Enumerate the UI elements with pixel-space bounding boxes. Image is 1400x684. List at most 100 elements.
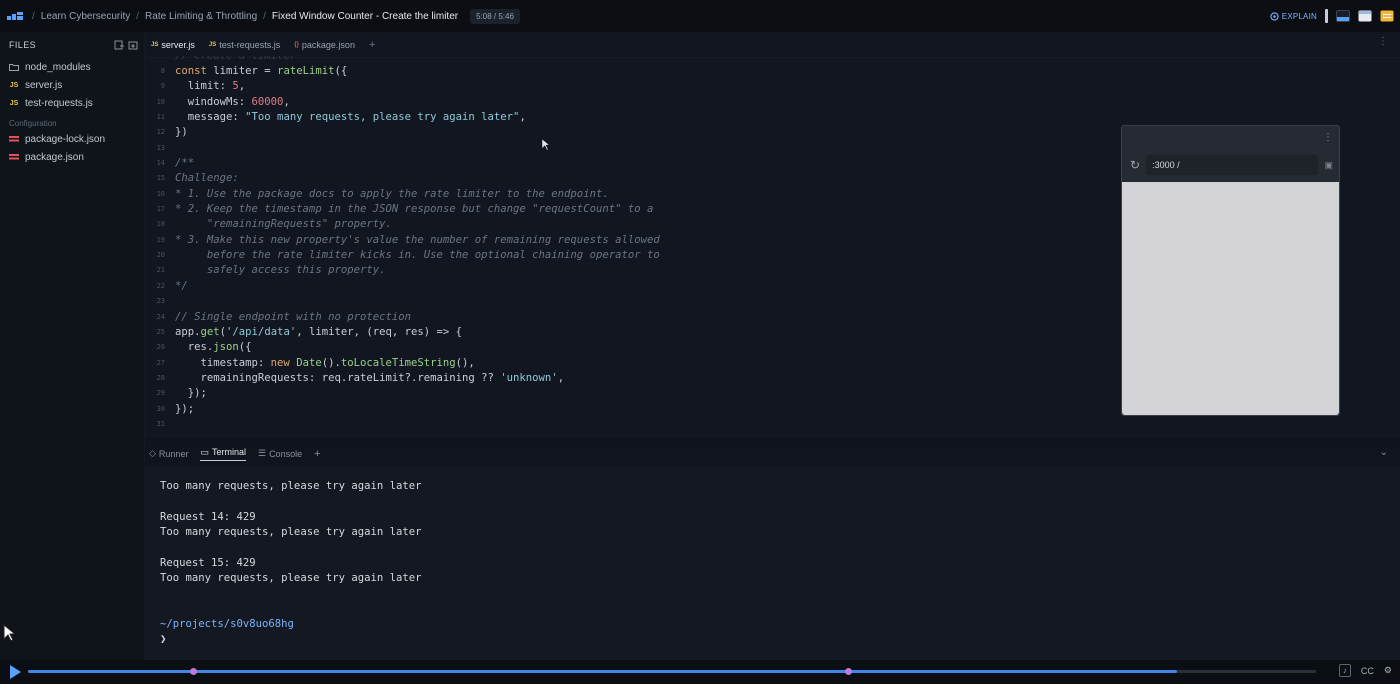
tab-console[interactable]: ☰ Console — [258, 448, 302, 459]
code-text: }); — [175, 387, 207, 400]
reload-icon[interactable]: ↻ — [1130, 158, 1140, 172]
layout-top-icon[interactable] — [1358, 10, 1372, 22]
notes-icon[interactable] — [1380, 10, 1394, 22]
code-text: */ — [175, 279, 188, 292]
code-line[interactable]: 20 before the rate limiter kicks in. Use… — [145, 248, 1045, 263]
chapter-marker[interactable] — [189, 668, 197, 675]
code-line[interactable]: 15 Challenge: — [145, 171, 1045, 186]
code-line[interactable]: 29 }); — [145, 386, 1045, 401]
code-line[interactable]: 9 limit: 5, — [145, 79, 1045, 94]
preview-viewport[interactable] — [1122, 182, 1339, 415]
pointer-icon — [541, 138, 550, 151]
editor-menu-icon[interactable]: ⋮ — [1378, 36, 1388, 47]
code-line[interactable]: 17 * 2. Keep the timestamp in the JSON re… — [145, 202, 1045, 217]
code-line[interactable]: 26 res.json({ — [145, 340, 1045, 355]
breadcrumb-course[interactable]: Learn Cybersecurity — [41, 11, 130, 22]
code-text: windowMs: 60000, — [175, 95, 290, 108]
tab-label: Runner — [158, 448, 189, 459]
new-folder-icon[interactable] — [128, 40, 138, 50]
add-panel-tab-icon[interactable]: + — [314, 448, 320, 460]
file-item-server-js[interactable]: JS server.js — [0, 76, 144, 94]
code-line[interactable]: 11 message: "Too many requests, please t… — [145, 110, 1045, 125]
code-line[interactable]: 27 timestamp: new Date().toLocaleTimeStr… — [145, 356, 1045, 371]
code-text: * 1. Use the package docs to apply the r… — [175, 187, 609, 200]
code-line[interactable]: 13 — [145, 141, 1045, 156]
explain-label: EXPLAIN — [1281, 11, 1317, 21]
code-text: Challenge: — [175, 172, 239, 185]
line-number: 22 — [156, 281, 165, 290]
scrimba-logo-icon[interactable] — [0, 0, 32, 32]
code-line[interactable]: 25 app.get('/api/data', limiter, (req, re… — [145, 325, 1045, 340]
line-number: 20 — [156, 251, 165, 260]
code-line[interactable]: 28 remainingRequests: req.rateLimit?.rem… — [145, 371, 1045, 386]
time-indicator: 5:08 / 5:46 — [470, 8, 520, 24]
file-label: package-lock.json — [25, 133, 106, 145]
settings-gear-icon[interactable]: ⚙ — [1384, 665, 1392, 676]
preview-menu-icon[interactable]: ⋮ — [1323, 132, 1333, 143]
code-text: }); — [175, 402, 195, 415]
layout-bottom-icon[interactable] — [1336, 10, 1350, 22]
file-label: package.json — [25, 151, 84, 163]
terminal-output[interactable]: Too many requests, please try again late… — [160, 479, 422, 648]
file-item-package-lock-json[interactable]: package-lock.json — [0, 130, 144, 148]
play-icon[interactable] — [10, 665, 21, 679]
progress-track[interactable] — [28, 668, 1316, 675]
tab-package-json[interactable]: {} package.json — [294, 40, 355, 50]
code-line[interactable]: 22 */ — [145, 279, 1045, 294]
panel-tabs: ◇ Runner ▭ Terminal ☰ Console + — [145, 441, 1400, 466]
code-line[interactable]: 16 * 1. Use the package docs to apply the… — [145, 187, 1045, 202]
tab-runner[interactable]: ◇ Runner — [149, 448, 188, 459]
explain-button[interactable]: EXPLAIN — [1270, 12, 1317, 21]
code-text: // Single endpoint with no protection — [175, 310, 411, 323]
player-bar: ♪ CC ⚙ — [0, 660, 1400, 684]
code-line[interactable]: 23 — [145, 294, 1045, 309]
breadcrumb-module[interactable]: Rate Limiting & Throttling — [145, 11, 257, 22]
tab-test-requests-js[interactable]: JS test-requests.js — [209, 40, 280, 50]
code-line[interactable]: 10 windowMs: 60000, — [145, 95, 1045, 110]
file-label: test-requests.js — [25, 97, 93, 109]
line-number: 17 — [156, 205, 165, 214]
file-item-package-json[interactable]: package.json — [0, 148, 144, 166]
code-line[interactable]: 14 /** — [145, 156, 1045, 171]
code-text: limit: 5, — [175, 80, 246, 93]
code-line[interactable]: 19 * 3. Make this new property's value th… — [145, 233, 1045, 248]
code-line[interactable]: 8 const limiter = rateLimit({ — [145, 64, 1045, 79]
audio-settings-icon[interactable]: ♪ — [1338, 664, 1351, 677]
lesson-title: Fixed Window Counter - Create the limite… — [271, 10, 459, 22]
code-line[interactable]: 30}); — [145, 402, 1045, 417]
terminal-line: Too many requests, please try again late… — [160, 480, 422, 492]
code-line[interactable]: 12}) — [145, 125, 1045, 140]
code-text: * 2. Keep the timestamp in the JSON resp… — [175, 203, 654, 216]
preview-address-bar[interactable]: :3000 / — [1146, 155, 1319, 175]
terminal-prompt-path: ~/projects/s0v8uo68hg — [160, 618, 294, 631]
tab-server-js[interactable]: JS server.js — [151, 40, 195, 50]
code-area[interactable]: // create a limiter8 const limiter = rate… — [145, 56, 1045, 432]
code-line[interactable]: 21 safely access this property. — [145, 263, 1045, 278]
open-external-icon[interactable]: ▣ — [1324, 160, 1333, 171]
chevron-down-icon[interactable]: ⌄ — [1380, 447, 1388, 458]
tab-terminal[interactable]: ▭ Terminal — [200, 447, 246, 461]
console-icon: ☰ — [257, 448, 267, 458]
line-number: 10 — [156, 97, 165, 106]
breadcrumb: / Learn Cybersecurity / Rate Limiting & … — [32, 10, 459, 22]
add-tab-icon[interactable]: + — [369, 39, 375, 51]
line-number: 24 — [156, 312, 165, 321]
divider-handle-icon[interactable] — [1325, 9, 1328, 23]
code-text: // create a limiter — [165, 56, 296, 64]
browser-preview: ⋮ ↻ :3000 / ▣ — [1121, 125, 1340, 416]
code-line[interactable]: // create a limiter — [145, 56, 1045, 64]
code-text: }) — [175, 126, 188, 139]
new-file-icon[interactable] — [114, 40, 124, 50]
captions-button[interactable]: CC — [1361, 666, 1374, 676]
file-item-test-requests-js[interactable]: JS test-requests.js — [0, 94, 144, 112]
code-text: message: "Too many requests, please try … — [175, 111, 526, 124]
code-line[interactable]: 31 — [145, 417, 1045, 432]
line-number: 30 — [156, 404, 165, 413]
code-line[interactable]: 18 "remainingRequests" property. — [145, 217, 1045, 232]
code-line[interactable]: 24 // Single endpoint with no protection — [145, 310, 1045, 325]
line-number: 27 — [156, 358, 165, 367]
file-item-node-modules[interactable]: node_modules — [0, 58, 144, 76]
code-text: res.json({ — [175, 341, 252, 354]
chapter-marker[interactable] — [845, 668, 853, 675]
